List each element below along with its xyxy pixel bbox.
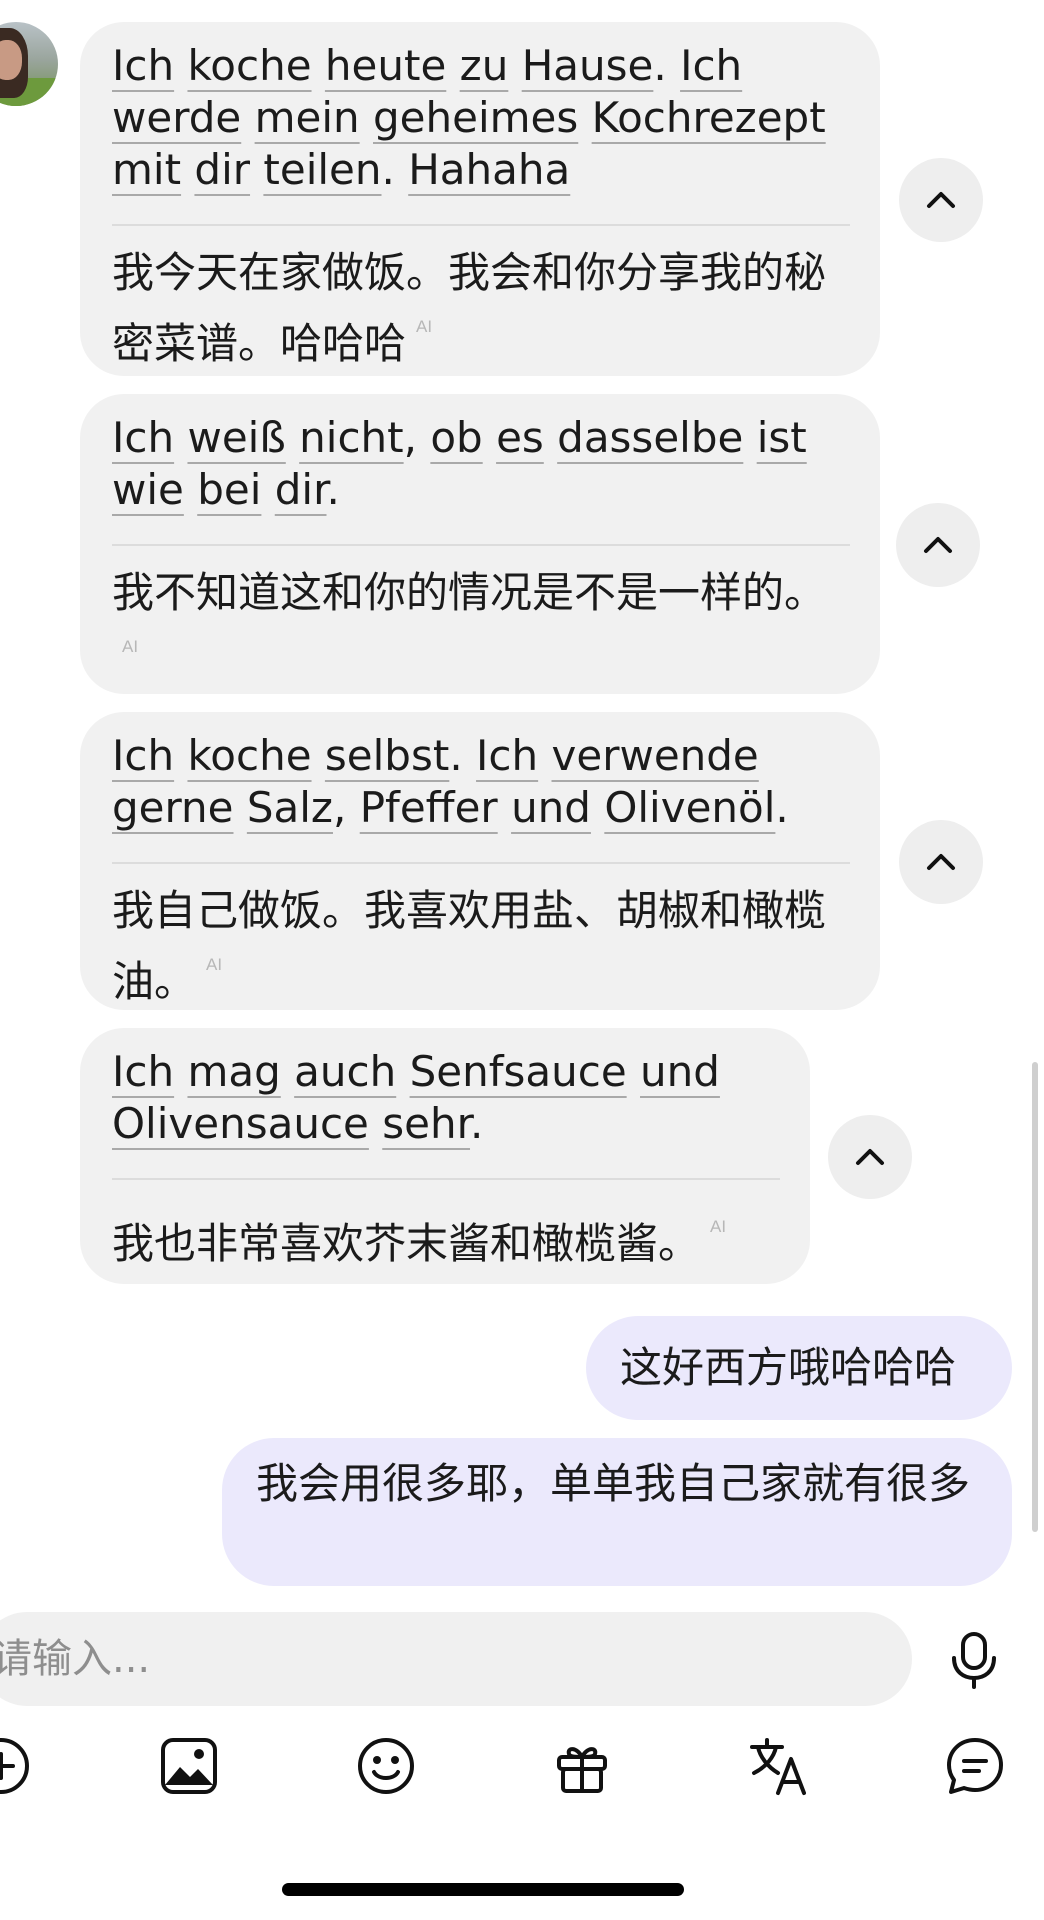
original-text: Ich weiß nicht, ob es dasselbe ist wie b… — [112, 413, 807, 514]
image-icon — [161, 1738, 217, 1794]
scrollbar[interactable] — [1032, 1062, 1038, 1532]
ai-badge: AI — [416, 317, 433, 336]
my-message-text: 我会用很多耶，单单我自己家就有很多 — [256, 1459, 971, 1508]
original-text: Ich mag auch Senfsauce und Olivensauce s… — [112, 1047, 720, 1148]
microphone-button[interactable] — [944, 1630, 1004, 1690]
translation-text: 我也非常喜欢芥末酱和橄榄酱。 AI — [112, 1200, 780, 1271]
translation-content: 我自己做饭。我喜欢用盐、胡椒和橄榄油。 — [112, 886, 827, 1006]
original-text: Ich koche selbst. Ich verwende gerne Sal… — [112, 731, 789, 832]
collapse-translation-button[interactable] — [899, 158, 983, 242]
ai-badge: AI — [710, 1217, 727, 1236]
translation-text: 我今天在家做饭。我会和你分享我的秘密菜谱。哈哈哈 AI — [112, 246, 850, 371]
microphone-icon — [952, 1632, 996, 1689]
translation-text: 我自己做饭。我喜欢用盐、胡椒和橄榄油。 AI — [112, 884, 850, 1009]
gift-icon — [557, 1747, 607, 1793]
translation-content: 我也非常喜欢芥末酱和橄榄酱。 — [112, 1219, 701, 1268]
message-bubble[interactable]: Ich weiß nicht, ob es dasselbe ist wie b… — [80, 394, 880, 694]
chevron-up-icon — [924, 537, 952, 553]
message-input[interactable] — [0, 1612, 924, 1706]
gift-button[interactable] — [551, 1735, 613, 1797]
chat-bubble-icon — [947, 1738, 1003, 1794]
plus-icon — [0, 1738, 29, 1794]
chat-button[interactable] — [944, 1735, 1006, 1797]
plus-button[interactable] — [0, 1735, 32, 1797]
divider — [112, 544, 850, 546]
message-bubble[interactable]: Ich koche selbst. Ich verwende gerne Sal… — [80, 712, 880, 1010]
translate-button[interactable] — [748, 1735, 810, 1797]
my-message-bubble[interactable]: 我会用很多耶，单单我自己家就有很多 — [222, 1438, 1012, 1586]
chevron-up-icon — [927, 854, 955, 870]
translation-text: 我不知道这和你的情况是不是一样的。 AI — [112, 566, 850, 691]
ai-badge: AI — [206, 955, 223, 974]
message-bubble[interactable]: Ich mag auch Senfsauce und Olivensauce s… — [80, 1028, 810, 1284]
translate-icon — [750, 1738, 806, 1795]
emoji-icon — [358, 1738, 414, 1794]
chevron-up-icon — [927, 192, 955, 208]
message-input-container[interactable] — [0, 1612, 924, 1706]
original-text: Ich koche heute zu Hause. Ich werde mein… — [112, 41, 826, 194]
translation-content: 我今天在家做饭。我会和你分享我的秘密菜谱。哈哈哈 — [112, 248, 827, 368]
ai-badge: AI — [122, 637, 139, 656]
collapse-translation-button[interactable] — [828, 1115, 912, 1199]
divider — [112, 1178, 780, 1180]
emoji-button[interactable] — [355, 1735, 417, 1797]
collapse-translation-button[interactable] — [896, 503, 980, 587]
avatar[interactable] — [0, 22, 58, 106]
collapse-translation-button[interactable] — [899, 820, 983, 904]
divider — [112, 224, 850, 226]
translation-content: 我不知道这和你的情况是不是一样的。 — [112, 568, 827, 617]
home-indicator[interactable] — [282, 1883, 684, 1896]
image-button[interactable] — [158, 1735, 220, 1797]
message-bubble[interactable]: Ich koche heute zu Hause. Ich werde mein… — [80, 22, 880, 376]
chevron-up-icon — [856, 1149, 884, 1165]
my-message-text: 这好西方哦哈哈哈 — [620, 1343, 957, 1392]
my-message-bubble[interactable]: 这好西方哦哈哈哈 — [586, 1316, 1012, 1420]
divider — [112, 862, 850, 864]
